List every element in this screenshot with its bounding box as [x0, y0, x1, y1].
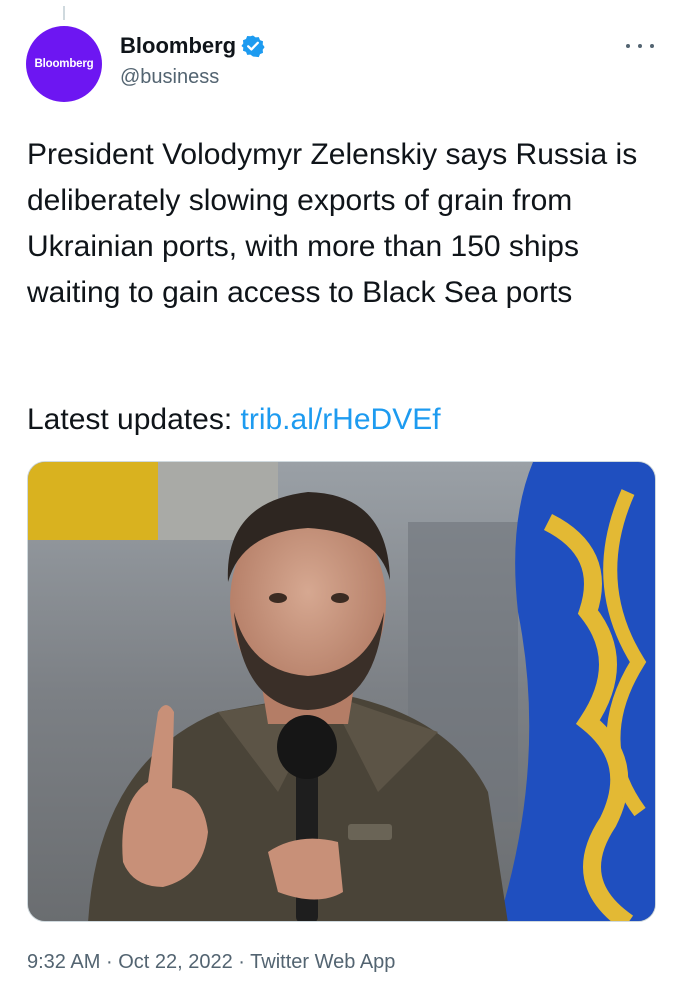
more-horizontal-icon[interactable]: [626, 36, 654, 56]
author-handle[interactable]: @business: [120, 66, 219, 89]
updates-label: Latest updates:: [27, 403, 233, 436]
author-display-name[interactable]: Bloomberg: [120, 33, 236, 59]
tweet-photo[interactable]: [27, 461, 656, 922]
tweet-meta: 9:32 AM · Oct 22, 2022 · Twitter Web App: [27, 951, 395, 974]
verified-badge-icon: [241, 34, 265, 58]
tweet-updates-line: Latest updates: trib.al/rHeDVEf: [27, 397, 441, 443]
tweet-link[interactable]: trib.al/rHeDVEf: [241, 403, 441, 436]
meta-separator: ·: [105, 951, 113, 973]
avatar-logo-text: Bloomberg: [34, 58, 94, 70]
tweet-date[interactable]: Oct 22, 2022: [118, 951, 233, 973]
photo-icon: [28, 462, 655, 921]
tweet-text: President Volodymyr Zelenskiy says Russi…: [27, 138, 638, 309]
avatar[interactable]: Bloomberg: [26, 26, 102, 102]
meta-separator: ·: [238, 951, 245, 973]
thread-connector-line: [63, 6, 65, 20]
tweet-source: Twitter Web App: [250, 951, 396, 973]
author-name-row[interactable]: Bloomberg: [120, 33, 265, 59]
tweet-time[interactable]: 9:32 AM: [27, 951, 100, 973]
